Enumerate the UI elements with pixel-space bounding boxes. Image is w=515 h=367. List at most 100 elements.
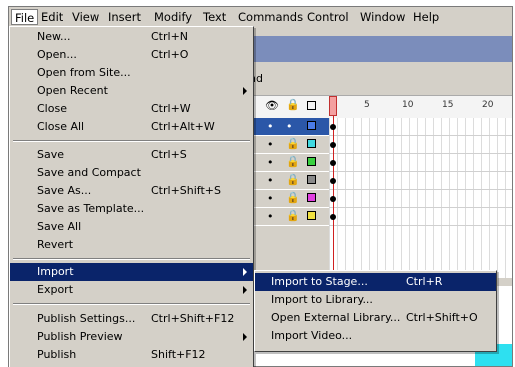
menu-item-label: Save and Compact (37, 166, 141, 179)
layer-list: • • • 🔒 • 🔒 • 🔒 • 🔒 • 🔒 (245, 118, 335, 278)
lock-icon[interactable]: 🔒 (286, 173, 300, 186)
menu-item-new[interactable]: New... Ctrl+N (10, 28, 253, 46)
menu-bar: File Edit View Insert Modify Text Comman… (9, 7, 512, 28)
menu-item-shortcut: Ctrl+Alt+W (151, 120, 215, 133)
menu-item-save[interactable]: Save Ctrl+S (10, 146, 253, 164)
menu-item-label: New... (37, 30, 71, 43)
menu-item-label: Save All (37, 220, 82, 233)
menu-help[interactable]: Help (413, 10, 439, 25)
layer-row[interactable]: • 🔒 (245, 208, 335, 226)
keyframe[interactable] (330, 178, 336, 184)
layer-row[interactable]: • • (245, 118, 335, 136)
layer-color-swatch[interactable] (307, 121, 316, 130)
menu-modify[interactable]: Modify (154, 10, 192, 25)
layer-color-swatch[interactable] (307, 175, 316, 184)
playhead-handle[interactable] (329, 96, 337, 116)
menu-item-label: Open from Site... (37, 66, 131, 79)
outline-icon[interactable] (307, 101, 316, 110)
visibility-dot-icon[interactable]: • (267, 138, 274, 151)
menu-item-revert[interactable]: Revert (10, 236, 253, 254)
menu-window[interactable]: Window (360, 10, 405, 25)
menu-item-import-video[interactable]: Import Video... (255, 327, 496, 345)
menu-item-label: Save as Template... (37, 202, 145, 215)
menu-item-open[interactable]: Open... Ctrl+O (10, 46, 253, 64)
menu-item-export[interactable]: Export (10, 281, 253, 299)
submenu-arrow-icon (243, 333, 247, 341)
menu-item-open-recent[interactable]: Open Recent (10, 82, 253, 100)
menu-item-save-and-compact[interactable]: Save and Compact (10, 164, 253, 182)
layer-color-swatch[interactable] (307, 157, 316, 166)
tick-label: 10 (402, 100, 414, 110)
keyframe[interactable] (330, 214, 336, 220)
menu-item-label: Close (37, 102, 67, 115)
lock-icon[interactable]: 🔒 (286, 98, 300, 111)
lock-dot-icon[interactable]: • (286, 120, 293, 133)
menu-item-open-external-library[interactable]: Open External Library... Ctrl+Shift+O (255, 309, 496, 327)
layer-color-swatch[interactable] (307, 211, 316, 220)
menu-item-label: Open Recent (37, 84, 108, 97)
menu-item-save-as[interactable]: Save As... Ctrl+Shift+S (10, 182, 253, 200)
menu-item-label: Save As... (37, 184, 92, 197)
menu-item-import[interactable]: Import (10, 263, 253, 281)
menu-text[interactable]: Text (203, 10, 226, 25)
visibility-dot-icon[interactable]: • (267, 174, 274, 187)
submenu-arrow-icon (243, 286, 247, 294)
menu-item-shortcut: Ctrl+N (151, 30, 189, 43)
visibility-dot-icon[interactable]: • (267, 156, 274, 169)
lock-icon[interactable]: 🔒 (286, 209, 300, 222)
menu-item-import-to-stage[interactable]: Import to Stage... Ctrl+R (255, 273, 496, 291)
menu-item-shortcut: Ctrl+O (151, 48, 189, 61)
keyframe[interactable] (330, 142, 336, 148)
file-menu: New... Ctrl+N Open... Ctrl+O Open from S… (9, 26, 254, 367)
menu-item-shortcut: Ctrl+Shift+S (151, 184, 221, 197)
menu-item-publish[interactable]: Publish Shift+F12 (10, 346, 253, 364)
menu-item-shortcut: Ctrl+W (151, 102, 191, 115)
import-submenu: Import to Stage... Ctrl+R Import to Libr… (254, 270, 497, 352)
document-title-strip (245, 36, 512, 62)
visibility-dot-icon[interactable]: • (267, 120, 274, 133)
lock-icon[interactable]: 🔒 (286, 191, 300, 204)
tick-label: 5 (364, 100, 370, 110)
tick-label: 15 (442, 100, 454, 110)
menu-item-save-all[interactable]: Save All (10, 218, 253, 236)
menu-item-close-all[interactable]: Close All Ctrl+Alt+W (10, 118, 253, 136)
menu-item-shortcut: Shift+F12 (151, 348, 206, 361)
submenu-arrow-icon (243, 268, 247, 276)
layer-row[interactable]: • 🔒 (245, 136, 335, 154)
menu-item-publish-preview[interactable]: Publish Preview (10, 328, 253, 346)
visibility-dot-icon[interactable]: • (267, 192, 274, 205)
menu-view[interactable]: View (72, 10, 99, 25)
menu-item-save-as-template[interactable]: Save as Template... (10, 200, 253, 218)
menu-item-label: Export (37, 283, 74, 296)
timeline-header: 👁 🔒 1 5 10 15 20 (245, 95, 512, 119)
lock-icon[interactable]: 🔒 (286, 155, 300, 168)
menu-item-label: Publish Settings... (37, 312, 136, 325)
menu-control[interactable]: Control (307, 10, 349, 25)
keyframe[interactable] (330, 124, 336, 130)
layer-row[interactable]: • 🔒 (245, 190, 335, 208)
menu-separator (13, 303, 250, 305)
menu-item-import-to-library[interactable]: Import to Library... (255, 291, 496, 309)
menu-item-shortcut: Ctrl+R (406, 275, 443, 288)
lock-icon[interactable]: 🔒 (286, 137, 300, 150)
menu-item-publish-settings[interactable]: Publish Settings... Ctrl+Shift+F12 (10, 310, 253, 328)
menu-item-label: Import Video... (271, 329, 353, 342)
keyframe[interactable] (330, 160, 336, 166)
layer-row[interactable]: • 🔒 (245, 172, 335, 190)
keyframe[interactable] (330, 196, 336, 202)
layer-color-swatch[interactable] (307, 139, 316, 148)
layer-row[interactable]: • 🔒 (245, 154, 335, 172)
visibility-dot-icon[interactable]: • (267, 210, 274, 223)
menu-commands[interactable]: Commands (238, 10, 303, 25)
menu-item-label: Open... (37, 48, 77, 61)
menu-item-open-from-site[interactable]: Open from Site... (10, 64, 253, 82)
layer-color-swatch[interactable] (307, 193, 316, 202)
menu-insert[interactable]: Insert (108, 10, 141, 25)
eye-icon[interactable]: 👁 (265, 99, 279, 112)
menu-item-close[interactable]: Close Ctrl+W (10, 100, 253, 118)
menu-item-label: Import to Library... (271, 293, 373, 306)
timeline-frames[interactable] (329, 118, 512, 278)
menu-item-label: Open External Library... (271, 311, 401, 324)
menu-edit[interactable]: Edit (41, 10, 63, 25)
menu-file[interactable]: File (11, 9, 39, 25)
